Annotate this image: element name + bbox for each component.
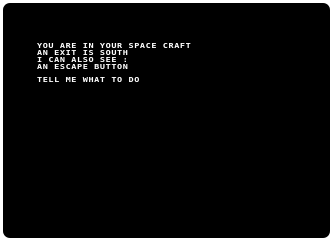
command-prompt: TELL ME WHAT TO DO [37,76,140,85]
game-screen[interactable]: YOU ARE IN YOUR SPACE CRAFT AN EXIT IS S… [3,3,330,238]
visible-item: AN ESCAPE BUTTON [37,63,129,72]
